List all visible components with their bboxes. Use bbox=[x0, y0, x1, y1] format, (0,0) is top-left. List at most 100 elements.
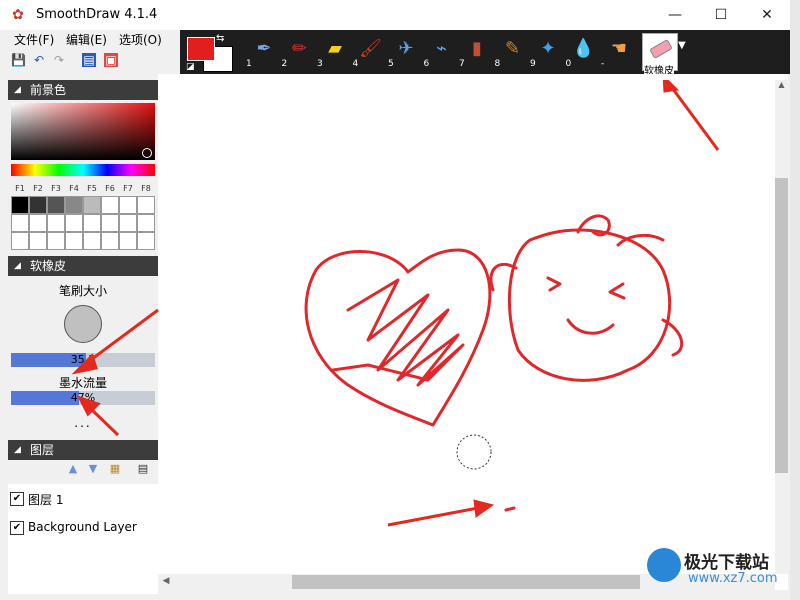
color-swatch[interactable] bbox=[101, 232, 119, 250]
maximize-button[interactable]: ☐ bbox=[698, 0, 744, 30]
color-swatch[interactable] bbox=[101, 214, 119, 232]
color-swatch[interactable] bbox=[11, 214, 29, 232]
panel-header-eraser[interactable]: ◢ 软橡皮 bbox=[8, 256, 158, 276]
layer-visible-checkbox[interactable]: ✔ bbox=[10, 521, 24, 535]
tool-4[interactable]: 🖌 4 bbox=[351, 33, 385, 69]
scribble-stroke bbox=[331, 278, 465, 387]
tool-number: 2 bbox=[281, 59, 288, 69]
layer-properties-icon[interactable]: ▦ bbox=[108, 462, 122, 476]
scroll-up-icon[interactable]: ▲ bbox=[775, 80, 788, 92]
color-swatch[interactable] bbox=[137, 232, 155, 250]
image-icon[interactable]: ▣ bbox=[104, 53, 118, 67]
menu-bar: 文件(F) 编辑(E) 选项(O) bbox=[8, 30, 180, 50]
new-layer-icon[interactable]: ▤ bbox=[136, 462, 150, 476]
tool-9[interactable]: ✦ 9 bbox=[528, 33, 562, 69]
top-curl-stroke bbox=[576, 214, 611, 237]
color-saturation-field[interactable] bbox=[11, 103, 155, 160]
tool-number: 9 bbox=[530, 59, 536, 69]
watermark-logo bbox=[647, 548, 681, 582]
color-swatch[interactable] bbox=[119, 196, 137, 214]
hue-slider[interactable] bbox=[11, 164, 155, 176]
tool-5[interactable]: ✈ 5 bbox=[386, 33, 420, 69]
scroll-left-icon[interactable]: ◀ bbox=[160, 576, 172, 588]
color-swatch[interactable] bbox=[11, 196, 29, 214]
right-eye-stroke bbox=[608, 282, 626, 300]
color-picker-handle[interactable] bbox=[142, 148, 152, 158]
color-swatch[interactable] bbox=[101, 196, 119, 214]
color-swatch[interactable] bbox=[47, 214, 65, 232]
layer-row[interactable]: ✔ Background Layer bbox=[10, 516, 155, 540]
panel-header-foreground[interactable]: ◢ 前景色 bbox=[8, 80, 158, 100]
annotation-arrows-panel bbox=[71, 308, 159, 437]
color-swatch[interactable] bbox=[65, 196, 83, 214]
close-button[interactable]: ✕ bbox=[744, 0, 790, 30]
layer-visible-checkbox[interactable]: ✔ bbox=[10, 492, 24, 506]
tool-number: 4 bbox=[352, 59, 359, 69]
app-window: ✿ SmoothDraw 4.1.4 — ☐ ✕ 文件(F) 编辑(E) 选项(… bbox=[0, 0, 790, 600]
collapse-triangle-icon: ◢ bbox=[14, 85, 21, 95]
chevron-down-icon[interactable]: ▼ bbox=[678, 40, 686, 51]
smudge-hand-icon: ☚ bbox=[610, 38, 628, 59]
layer-row[interactable]: ✔ 图层 1 bbox=[10, 487, 155, 511]
tool--[interactable]: ☚ - bbox=[599, 33, 633, 69]
color-swatch[interactable] bbox=[47, 196, 65, 214]
collapse-triangle-icon: ◢ bbox=[14, 445, 21, 455]
color-swatch[interactable] bbox=[29, 214, 47, 232]
tool-3[interactable]: ▰ 3 bbox=[315, 33, 349, 69]
tool-6[interactable]: ⌁ 6 bbox=[422, 33, 456, 69]
foreground-color-swatch[interactable] bbox=[187, 37, 215, 61]
layer-name: 图层 1 bbox=[28, 493, 64, 507]
layer-panel-icon[interactable]: ▤ bbox=[82, 53, 96, 67]
pen-icon: ✒ bbox=[256, 38, 272, 59]
color-swatch[interactable] bbox=[29, 196, 47, 214]
undo-icon[interactable]: ↶ bbox=[32, 53, 46, 67]
menu-edit[interactable]: 编辑(E) bbox=[66, 32, 107, 48]
color-swatch[interactable] bbox=[65, 232, 83, 250]
color-swatch[interactable] bbox=[65, 214, 83, 232]
tool-1[interactable]: ✒ 1 bbox=[244, 33, 278, 69]
menu-options[interactable]: 选项(O) bbox=[119, 32, 162, 48]
pencil-icon: ✏ bbox=[291, 38, 308, 59]
flat-brush-icon: ▮ bbox=[472, 38, 482, 59]
save-icon[interactable]: 💾 bbox=[11, 53, 26, 67]
annotation-arrowhead-top bbox=[662, 80, 680, 93]
redo-icon[interactable]: ↷ bbox=[52, 53, 66, 67]
brush-size-label: 笔刷大小 bbox=[58, 284, 107, 298]
panel-title: 图层 bbox=[30, 443, 55, 457]
color-swatch[interactable] bbox=[83, 232, 101, 250]
reset-colors-icon[interactable]: ◪ bbox=[186, 62, 195, 72]
color-swatch[interactable] bbox=[137, 196, 155, 214]
fkey-label: F4 bbox=[69, 184, 79, 193]
tool-number: 5 bbox=[388, 59, 394, 69]
panel-header-layers[interactable]: ◢ 图层 bbox=[8, 440, 158, 460]
color-swatch[interactable] bbox=[83, 196, 101, 214]
color-swatch[interactable] bbox=[119, 232, 137, 250]
tool-8[interactable]: ✎ 8 bbox=[493, 33, 527, 69]
color-swatch[interactable] bbox=[29, 232, 47, 250]
watermark-url: www.xz7.com bbox=[688, 571, 778, 586]
tool-7[interactable]: ▮ 7 bbox=[457, 33, 491, 69]
tool-number: 6 bbox=[423, 59, 430, 69]
tool-2[interactable]: ✏ 2 bbox=[280, 33, 314, 69]
menu-file[interactable]: 文件(F) bbox=[14, 32, 54, 48]
color-swatch[interactable] bbox=[119, 214, 137, 232]
layer-name: Background Layer bbox=[28, 520, 137, 534]
flower-icon: ✿ bbox=[12, 7, 24, 23]
canvas-drawing bbox=[304, 80, 720, 527]
swap-colors-icon[interactable]: ⇆ bbox=[216, 33, 224, 44]
fkey-label: F3 bbox=[51, 184, 61, 193]
color-swatch[interactable] bbox=[47, 232, 65, 250]
color-swatch[interactable] bbox=[83, 214, 101, 232]
tool-0[interactable]: 💧 0 bbox=[564, 33, 598, 69]
move-layer-down-icon[interactable]: ▼ bbox=[86, 462, 100, 476]
window-title: SmoothDraw 4.1.4 bbox=[36, 7, 158, 22]
color-swatch[interactable] bbox=[137, 214, 155, 232]
horizontal-scroll-thumb[interactable] bbox=[292, 575, 640, 589]
move-layer-up-icon[interactable]: ▲ bbox=[66, 462, 80, 476]
mouth-stroke bbox=[566, 318, 615, 335]
color-swatch[interactable] bbox=[11, 232, 29, 250]
vertical-scroll-thumb[interactable] bbox=[775, 178, 788, 473]
minimize-button[interactable]: — bbox=[652, 0, 698, 30]
collapse-triangle-icon: ◢ bbox=[14, 261, 21, 271]
title-bar: ✿ SmoothDraw 4.1.4 — ☐ ✕ bbox=[0, 0, 790, 30]
